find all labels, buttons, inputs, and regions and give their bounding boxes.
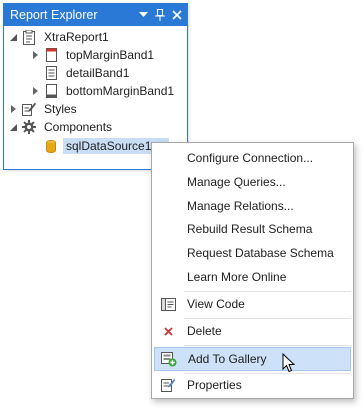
expand-arrow-icon[interactable] xyxy=(30,46,40,64)
tree-node-label: XtraReport1 xyxy=(44,30,109,44)
add-to-gallery-icon xyxy=(155,351,183,367)
menu-separator xyxy=(184,345,351,346)
menu-item-view-code[interactable]: View Code xyxy=(154,293,351,315)
code-icon xyxy=(154,297,182,311)
tree-node-label: topMarginBand1 xyxy=(66,48,155,62)
dropdown-icon[interactable] xyxy=(137,8,149,21)
menu-item-manage-relations[interactable]: Manage Relations... xyxy=(154,195,351,217)
report-icon xyxy=(22,29,36,45)
tree-node-styles[interactable]: Styles xyxy=(8,100,80,118)
expand-arrow-icon[interactable] xyxy=(30,82,40,100)
expand-arrow-icon[interactable] xyxy=(8,100,18,118)
mouse-cursor-icon xyxy=(282,352,296,376)
tree-node-top-margin-band[interactable]: topMarginBand1 xyxy=(30,46,157,64)
gear-icon xyxy=(22,119,36,135)
tree-node-label: Components xyxy=(44,120,113,134)
bottom-margin-band-icon xyxy=(44,83,58,99)
tree-node-detail-band[interactable]: detailBand1 xyxy=(30,64,132,82)
tree-node-label: Styles xyxy=(44,102,77,116)
tree-node-bottom-margin-band[interactable]: bottomMarginBand1 xyxy=(30,82,177,100)
styles-icon xyxy=(22,101,36,117)
pin-icon[interactable] xyxy=(154,8,166,21)
menu-item-configure-connection[interactable]: Configure Connection... xyxy=(154,147,351,169)
top-margin-band-icon xyxy=(44,47,58,63)
collapse-arrow-icon[interactable] xyxy=(8,28,18,46)
tree-node-report[interactable]: XtraReport1 xyxy=(8,28,112,46)
delete-icon xyxy=(154,326,182,336)
menu-item-manage-queries[interactable]: Manage Queries... xyxy=(154,171,351,193)
properties-icon xyxy=(154,378,182,392)
menu-separator xyxy=(184,318,351,319)
close-icon[interactable] xyxy=(171,8,183,21)
menu-item-rebuild-result-schema[interactable]: Rebuild Result Schema xyxy=(154,218,351,240)
panel-title-bar[interactable]: Report Explorer xyxy=(4,4,187,26)
tree-node-label: bottomMarginBand1 xyxy=(66,84,175,98)
context-menu: Configure Connection... Manage Queries..… xyxy=(151,142,354,399)
menu-separator xyxy=(184,291,351,292)
tree-node-components[interactable]: Components xyxy=(8,118,115,136)
collapse-arrow-icon[interactable] xyxy=(8,118,18,136)
menu-item-learn-more-online[interactable]: Learn More Online xyxy=(154,266,351,288)
detail-band-icon xyxy=(44,65,58,81)
menu-item-add-to-gallery[interactable]: Add To Gallery xyxy=(154,347,351,371)
menu-item-request-database-schema[interactable]: Request Database Schema xyxy=(154,242,351,264)
menu-item-properties[interactable]: Properties xyxy=(154,374,351,396)
database-icon xyxy=(44,138,58,154)
panel-title: Report Explorer xyxy=(10,8,98,22)
menu-item-delete[interactable]: Delete xyxy=(154,320,351,342)
tree-node-label: detailBand1 xyxy=(66,66,130,80)
